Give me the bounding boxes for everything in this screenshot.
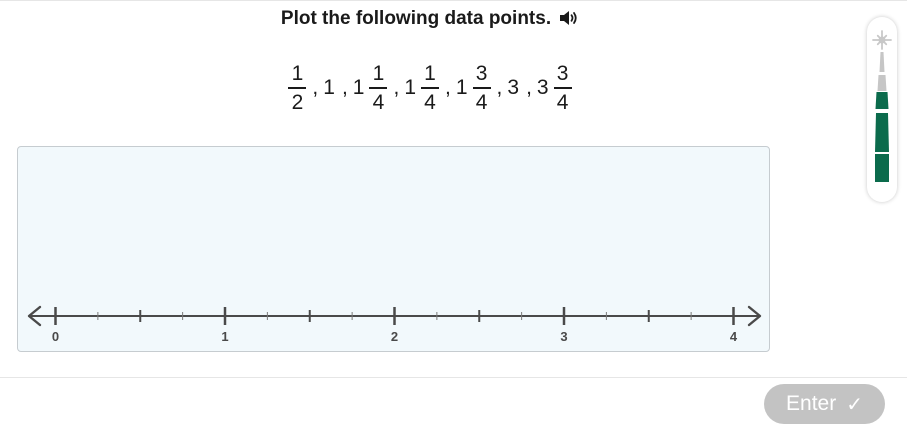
prompt-text: Plot the following data points. [280, 8, 552, 29]
separator: , [526, 76, 532, 99]
tick-label: 3 [560, 329, 567, 344]
denominator: 2 [291, 90, 304, 114]
numerator: 3 [556, 62, 569, 86]
fraction-bar [421, 87, 439, 89]
top-divider [0, 0, 907, 1]
whole-number: 1 [404, 76, 416, 99]
progress-segment [875, 92, 889, 109]
data-points-list: 12,1,114,114,134,3,334 [0, 60, 860, 116]
whole-number: 1 [352, 76, 365, 99]
data-point: 334 [537, 62, 574, 114]
data-point: 114 [353, 62, 390, 114]
data-point: 12 [286, 62, 308, 114]
whole-number: 1 [323, 76, 335, 99]
fraction-bar [369, 87, 388, 89]
whole-number: 3 [507, 76, 520, 99]
denominator: 4 [424, 90, 436, 114]
fraction: 14 [421, 62, 439, 114]
fraction: 34 [472, 62, 491, 114]
denominator: 4 [475, 90, 488, 114]
denominator: 4 [372, 90, 385, 114]
separator: , [312, 76, 319, 99]
progress-meter [867, 17, 897, 202]
fraction: 34 [553, 62, 572, 114]
data-point: 134 [456, 62, 493, 114]
numerator: 1 [291, 62, 304, 86]
sparkle-icon [872, 30, 892, 50]
fraction-bar [553, 87, 572, 89]
numerator: 3 [475, 62, 488, 86]
fraction-bar [288, 87, 307, 89]
separator: , [445, 76, 451, 99]
sparkle-center [878, 36, 886, 44]
fraction-bar [472, 87, 491, 89]
enter-button[interactable]: Enter ✓ [764, 384, 885, 424]
whole-number: 3 [536, 76, 549, 99]
tick-label: 0 [52, 329, 59, 344]
bottom-divider [0, 377, 907, 378]
progress-segment [875, 113, 889, 152]
fraction: 12 [288, 62, 307, 114]
data-point: 114 [404, 62, 441, 114]
progress-segment [879, 52, 885, 72]
separator: , [393, 76, 400, 99]
separator: , [341, 76, 348, 99]
numerator: 1 [424, 62, 436, 86]
enter-label: Enter [786, 392, 837, 415]
whole-number: 1 [455, 76, 468, 99]
data-point: 1 [323, 76, 338, 100]
separator: , [496, 76, 503, 99]
number-line-plot-area[interactable]: 0 1 2 3 4 [17, 146, 770, 352]
tick-label: 2 [391, 329, 398, 344]
numerator: 1 [372, 62, 385, 86]
checkmark-icon: ✓ [846, 393, 863, 416]
number-line[interactable]: 0 1 2 3 4 [18, 147, 771, 353]
fraction: 14 [369, 62, 388, 114]
data-point: 3 [507, 76, 522, 100]
progress-segment [875, 154, 889, 182]
speaker-icon[interactable] [559, 10, 579, 26]
question-prompt: Plot the following data points. [0, 8, 860, 30]
tick-label: 1 [221, 329, 228, 344]
tick-label: 4 [730, 329, 738, 344]
progress-segment [877, 75, 887, 91]
denominator: 4 [556, 90, 569, 114]
